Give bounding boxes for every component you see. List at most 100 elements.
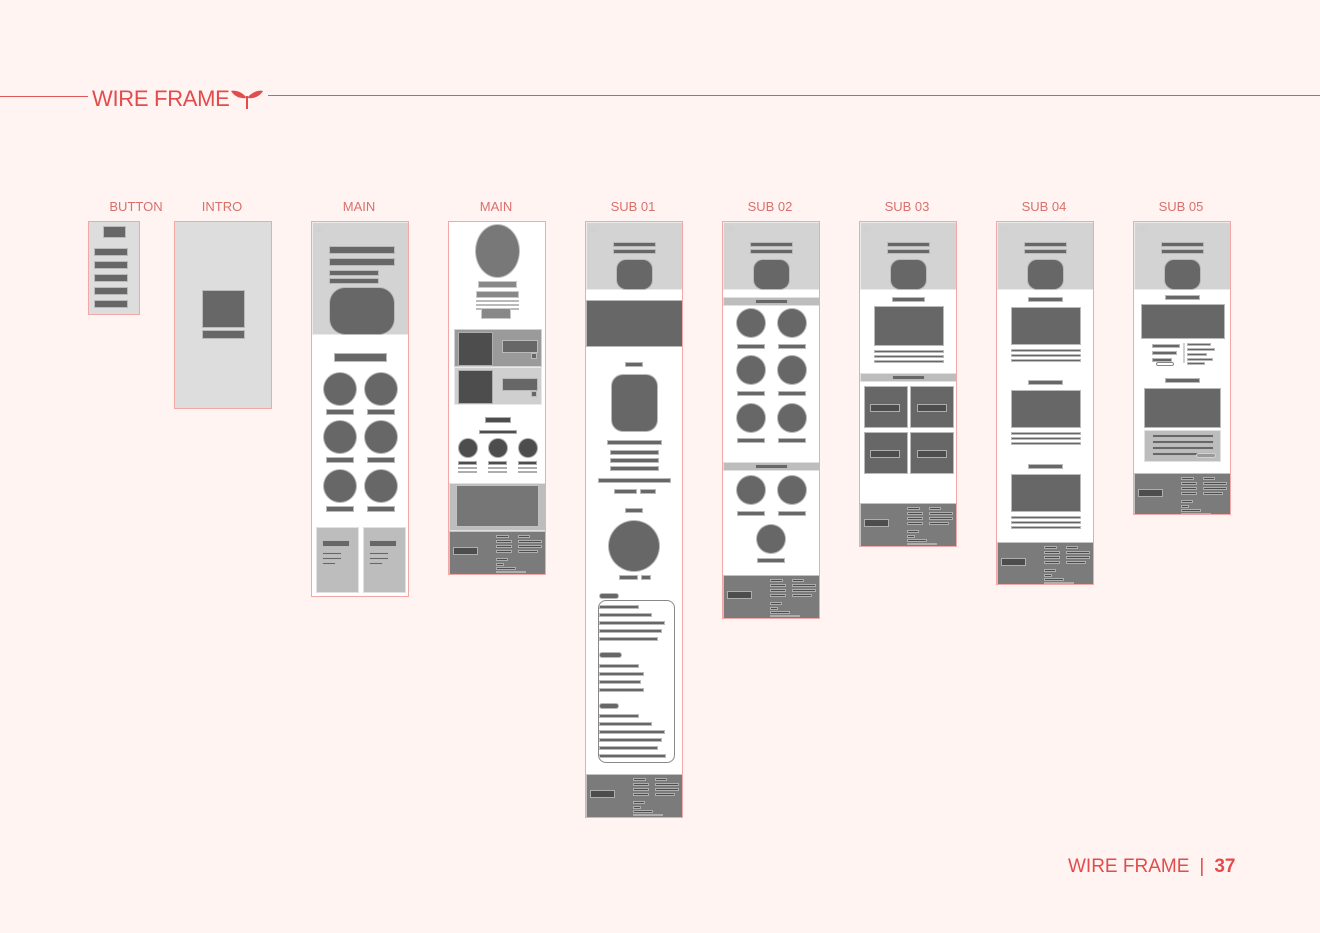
wireframe-block — [599, 629, 662, 633]
wireframe-block — [887, 242, 930, 247]
wireframe-block — [478, 281, 517, 288]
wireframe-block — [599, 703, 619, 709]
wireframe-block — [1181, 482, 1197, 485]
wireframe-block — [1044, 556, 1060, 559]
wireframe-block — [502, 378, 538, 391]
wireframe-block — [1011, 442, 1081, 445]
wireframe-block — [1044, 561, 1060, 564]
footer-separator: | — [1199, 856, 1205, 877]
wireframe-block — [485, 417, 511, 423]
wireframe-block — [94, 248, 128, 256]
wireframe-block — [322, 540, 350, 547]
wireframe-block — [614, 489, 637, 494]
wireframe-block — [608, 520, 660, 572]
wireframe-block — [1152, 344, 1180, 348]
page-footer: WIRE FRAME | 37 — [1068, 856, 1235, 878]
wireframe-block — [599, 722, 652, 726]
wireframe-block — [770, 579, 783, 582]
wireframe-block — [496, 571, 526, 573]
wireframe-block — [326, 506, 354, 512]
wireframe-block — [367, 457, 395, 463]
wireframe-block — [1011, 354, 1081, 357]
wireframe-block — [736, 308, 766, 338]
wireframe-block — [737, 344, 765, 349]
wireframe-block — [1011, 307, 1081, 345]
wireframe-block — [599, 738, 662, 742]
wireframe-block — [655, 778, 667, 781]
wireframe-block — [476, 304, 519, 306]
wireframe-block — [755, 464, 788, 469]
wireframe-block — [917, 404, 947, 412]
wireframe-block — [610, 458, 659, 463]
wireframe-block — [1187, 358, 1213, 361]
wireframe-block — [625, 508, 643, 513]
wireframe-block — [633, 793, 649, 796]
wireframe-main — [311, 221, 409, 597]
wireframe-block — [496, 550, 512, 553]
wireframe-block — [599, 593, 619, 599]
wireframe-block — [1152, 434, 1214, 438]
wireframe-block — [599, 613, 652, 617]
wireframe-block — [364, 420, 398, 454]
wireframe-intro — [174, 221, 272, 409]
wireframe-block — [633, 806, 641, 809]
wireframe-block — [94, 274, 128, 282]
wireframe-block — [202, 290, 245, 328]
wireframe-block — [1203, 492, 1223, 495]
wireframe-block — [334, 353, 387, 362]
wireframe-block — [1203, 482, 1227, 485]
frame-label: SUB 03 — [884, 199, 930, 214]
wireframe-block — [1011, 526, 1081, 529]
wireframe-block — [1181, 477, 1194, 480]
wireframe-block — [94, 287, 128, 295]
frame-label: MAIN — [479, 199, 513, 214]
wireframe-button — [88, 221, 140, 315]
wireframe-block — [907, 522, 923, 525]
wireframe-block — [364, 469, 398, 503]
wireframe-block — [750, 242, 793, 247]
wireframe-block — [1165, 295, 1200, 300]
wireframe-block — [323, 469, 357, 503]
wireframe-block — [770, 594, 786, 597]
wireframe-block — [1044, 578, 1064, 581]
wireframe-block — [736, 403, 766, 433]
wireframe-block — [611, 374, 658, 432]
wireframe-block — [458, 461, 477, 465]
wireframe-block — [598, 478, 671, 483]
wireframe-block — [316, 527, 359, 593]
wireframe-block — [750, 249, 793, 254]
wireframe-block — [369, 562, 383, 565]
wireframe-block — [1183, 343, 1185, 363]
wireframe-block — [864, 519, 889, 527]
wireframe-sub-01 — [585, 221, 683, 818]
wireframe-block — [756, 524, 786, 554]
wireframe-block — [1137, 230, 1145, 232]
wireframe-block — [778, 344, 806, 349]
wireframe-block — [1066, 561, 1086, 564]
wireframe-block — [929, 512, 953, 515]
wireframe-block — [778, 438, 806, 443]
wireframe-block — [1028, 380, 1063, 385]
wireframe-block — [323, 420, 357, 454]
wireframe-block — [453, 547, 478, 555]
wireframe-block — [367, 506, 395, 512]
wireframe-block — [755, 299, 788, 304]
wireframe-block — [777, 308, 807, 338]
wireframe-block — [1011, 432, 1081, 435]
wireframe-block — [518, 471, 537, 473]
wireframe-block — [496, 540, 512, 543]
wireframe-block — [633, 778, 646, 781]
wireframe-block — [633, 801, 645, 804]
wireframe-block — [1044, 582, 1074, 584]
wireframe-block — [778, 511, 806, 516]
wireframe-block — [315, 230, 323, 232]
wireframe-block — [770, 584, 786, 587]
wireframe-block — [753, 259, 790, 290]
wireframe-block — [103, 226, 126, 238]
wireframe-block — [907, 530, 919, 533]
wireframe-block — [496, 545, 512, 548]
wireframe-block — [326, 409, 354, 415]
wireframe-block — [633, 810, 653, 813]
wireframe-block — [607, 440, 662, 445]
frame-label: SUB 04 — [1021, 199, 1067, 214]
